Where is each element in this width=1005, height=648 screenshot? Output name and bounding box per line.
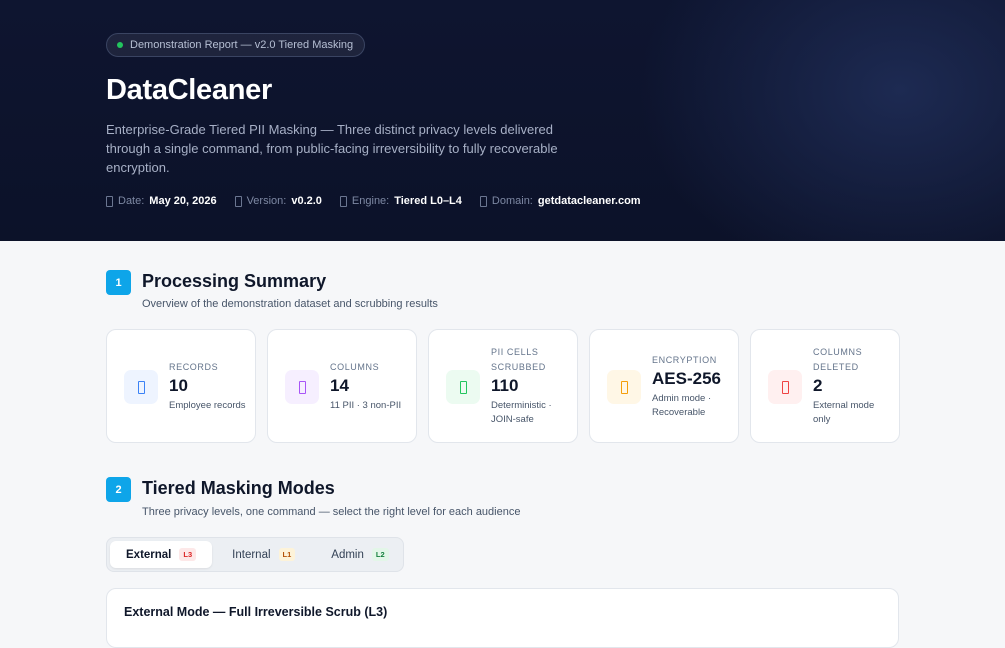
section-title-tiered-masking: Tiered Masking Modes: [142, 478, 335, 498]
mode-detail-card: External Mode — Full Irreversible Scrub …: [106, 588, 899, 648]
meta-engine-value: Tiered L0–L4: [394, 195, 462, 207]
level-badge: L1: [278, 548, 296, 561]
level-badge: L3: [179, 548, 197, 561]
stat-caption: Deterministic · JOIN-safe: [491, 400, 552, 425]
tag-icon: [234, 195, 242, 207]
meta-version-value: v0.2.0: [291, 195, 322, 207]
globe-icon: [479, 195, 487, 207]
stat-card-encryption: Encryption AES-256 Admin mode · Recovera…: [589, 329, 739, 443]
stat-card-records: Records 10 Employee records: [106, 329, 256, 443]
meta-date-label: Date:: [118, 195, 145, 207]
cpu-icon: [339, 195, 347, 207]
tab-label: Admin: [331, 548, 364, 561]
stat-card-pii-scrubbed: PII Cells Scrubbed 110 Deterministic · J…: [428, 329, 578, 443]
tab-external[interactable]: External L3: [110, 541, 213, 568]
meta-date-value: May 20, 2026: [149, 195, 217, 207]
report-badge: Demonstration Report — v2.0 Tiered Maski…: [106, 33, 366, 57]
mode-tabs: External L3 Internal L1 Admin L2: [106, 537, 404, 572]
meta-date: Date: May 20, 2026: [106, 195, 217, 207]
stat-caption: 11 PII · 3 non-PII: [330, 399, 402, 411]
section-number-badge: 1: [106, 270, 131, 295]
status-dot-icon: [117, 42, 123, 48]
section-number-badge: 2: [106, 477, 131, 502]
tab-label: Internal: [232, 548, 271, 561]
section-title-processing-summary: Processing Summary: [142, 271, 327, 291]
stat-value: AES-256: [652, 368, 721, 388]
page-title: DataCleaner: [106, 74, 272, 106]
summary-cards: Records 10 Employee records Columns 14 1…: [106, 329, 900, 443]
stat-caption: Admin mode · Recoverable: [652, 392, 712, 418]
users-icon: [124, 370, 158, 404]
stat-label: Columns Deleted: [813, 347, 863, 372]
tab-internal[interactable]: Internal L1: [216, 541, 311, 568]
tab-admin[interactable]: Admin L2: [315, 541, 404, 568]
level-badge: L2: [371, 548, 389, 561]
stat-value: 2: [813, 376, 823, 395]
mode-card-title: External Mode — Full Irreversible Scrub …: [124, 605, 388, 619]
stat-label: PII Cells Scrubbed: [491, 347, 546, 372]
hero-description: Enterprise-Grade Tiered PII Masking — Th…: [106, 122, 558, 175]
stat-card-columns: Columns 14 11 PII · 3 non-PII: [267, 329, 417, 443]
stat-card-columns-deleted: Columns Deleted 2 External mode only: [750, 329, 900, 443]
meta-version: Version: v0.2.0: [234, 195, 322, 207]
section-subtitle: Three privacy levels, one command — sele…: [142, 506, 521, 518]
meta-domain-label: Domain:: [491, 195, 533, 207]
stat-label: Records: [169, 361, 219, 372]
stat-value: 110: [491, 376, 519, 395]
columns-icon: [285, 370, 319, 404]
stat-label: Encryption: [652, 354, 717, 365]
shield-icon: [446, 370, 480, 404]
meta-domain-value[interactable]: getdatacleaner.com: [538, 195, 641, 207]
trash-icon: [768, 370, 802, 404]
section-subtitle: Overview of the demonstration dataset an…: [142, 298, 438, 310]
stat-value: 10: [169, 375, 188, 395]
meta-version-label: Version:: [246, 195, 287, 207]
stat-value: 14: [330, 375, 349, 395]
report-meta: Date: May 20, 2026 Version: v0.2.0 Engin…: [106, 195, 641, 207]
calendar-icon: [106, 195, 113, 207]
stat-caption: Employee records: [169, 399, 246, 411]
meta-domain: Domain: getdatacleaner.com: [479, 195, 641, 207]
meta-engine-label: Engine:: [351, 195, 390, 207]
hero-banner: Demonstration Report — v2.0 Tiered Maski…: [0, 0, 1005, 241]
stat-label: Columns: [330, 361, 380, 372]
stat-caption: External mode only: [813, 400, 875, 425]
meta-engine: Engine: Tiered L0–L4: [339, 195, 462, 207]
tab-label: External: [126, 548, 172, 561]
report-badge-label: Demonstration Report — v2.0 Tiered Maski…: [130, 39, 354, 51]
lock-icon: [607, 370, 641, 404]
